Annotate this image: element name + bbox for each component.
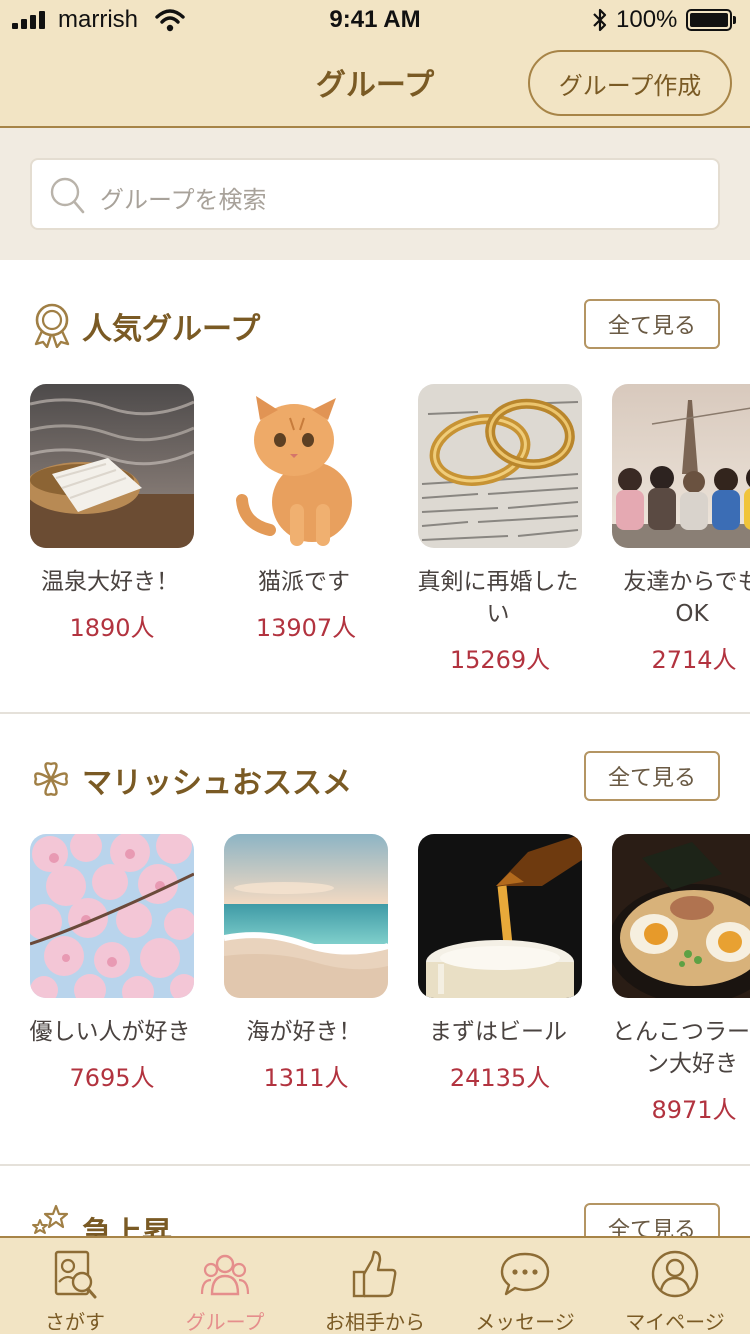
section-popular: 人気グループ 全て見る 温泉大好き！ 1890人 猫派です 13907人 真剣に… [0,260,750,712]
see-all-button[interactable]: 全て見る [584,299,720,349]
group-member-count: 2714人 [651,646,737,674]
group-member-count: 15269人 [449,646,551,674]
group-name: 優しい人が好き [29,1019,191,1045]
group-card[interactable]: 友達からでもOK 2714人 [612,384,750,675]
tab-label: マイページ [625,1310,725,1334]
status-bar: marrish 9:41 AM 100% [0,0,750,40]
clover-icon [34,762,68,796]
group-name: 真剣に再婚したい [417,569,579,627]
group-member-count: 8971人 [651,1096,737,1124]
group-member-count: 7695人 [69,1064,155,1092]
battery-percent: 100% [616,6,678,33]
tab-group[interactable]: グループ [150,1238,300,1334]
group-name: 温泉大好き！ [41,569,179,595]
section-title: 急上昇 [82,1216,172,1236]
section-title: マリッシュおススメ [82,766,352,801]
see-all-button[interactable]: 全て見る [584,1203,720,1236]
group-member-count: 1311人 [263,1064,349,1092]
tab-label: お相手から [325,1310,425,1334]
see-all-button[interactable]: 全て見る [584,751,720,801]
group-card[interactable]: とんこつラーメン大好き 8971人 [612,834,750,1125]
search-input[interactable]: グループを検索 [30,158,720,230]
group-card[interactable]: 猫派です 13907人 [224,384,388,643]
group-card[interactable]: 優しい人が好き 7695人 [30,834,194,1093]
tab-likes[interactable]: お相手から [300,1238,450,1334]
group-member-count: 24135人 [449,1064,551,1092]
tab-bar: さがす グループ お相手から メッセージ マイページ [0,1236,750,1334]
bluetooth-icon [593,8,607,32]
user-icon [651,1250,699,1298]
tab-messages[interactable]: メッセージ [450,1238,600,1334]
group-image-kitten [224,384,388,548]
award-icon [34,303,70,348]
group-card[interactable]: 温泉大好き！ 1890人 [30,384,194,643]
stars-icon [32,1204,69,1234]
thumbs-up-icon [352,1250,397,1298]
section-trending: 急上昇 全て見る [0,1166,750,1236]
group-name: 海が好き！ [246,1019,362,1045]
group-image-beach [224,834,388,998]
group-image-beer [418,834,582,998]
search-placeholder: グループを検索 [100,186,267,214]
group-member-count: 1890人 [69,614,155,642]
section-title: 人気グループ [82,312,261,347]
group-image-hot-spring [30,384,194,548]
tab-search[interactable]: さがす [0,1238,150,1334]
group-icon [200,1254,250,1296]
tab-mypage[interactable]: マイページ [600,1238,750,1334]
group-card[interactable]: 真剣に再婚したい 15269人 [418,384,582,675]
tab-label: メッセージ [475,1310,575,1334]
group-image-ramen [612,834,750,998]
group-name: とんこつラーメン大好き [611,1019,750,1077]
section-recommended: マリッシュおススメ 全て見る 優しい人が好き 7695人 海が好き！ 1311人… [0,714,750,1164]
create-group-button[interactable]: グループ作成 [528,50,732,116]
group-name: まずはビール [429,1019,567,1045]
group-member-count: 13907人 [255,614,357,642]
search-icon [50,177,85,214]
group-card[interactable]: 海が好き！ 1311人 [224,834,388,1093]
message-icon [500,1252,550,1296]
group-card[interactable]: まずはビール 24135人 [418,834,582,1093]
group-image-rings [418,384,582,548]
group-image-cherry-blossoms [30,834,194,998]
search-area: グループを検索 [0,128,750,260]
app-header: marrish 9:41 AM 100% グループ グループ作成 [0,0,750,128]
tab-label: さがす [45,1310,105,1334]
tab-label: グループ [185,1310,265,1334]
group-image-friends [612,384,750,548]
search-profile-icon [54,1250,97,1299]
battery-icon [686,9,736,31]
group-name: 猫派です [258,569,350,595]
group-name: 友達からでもOK [623,569,750,627]
